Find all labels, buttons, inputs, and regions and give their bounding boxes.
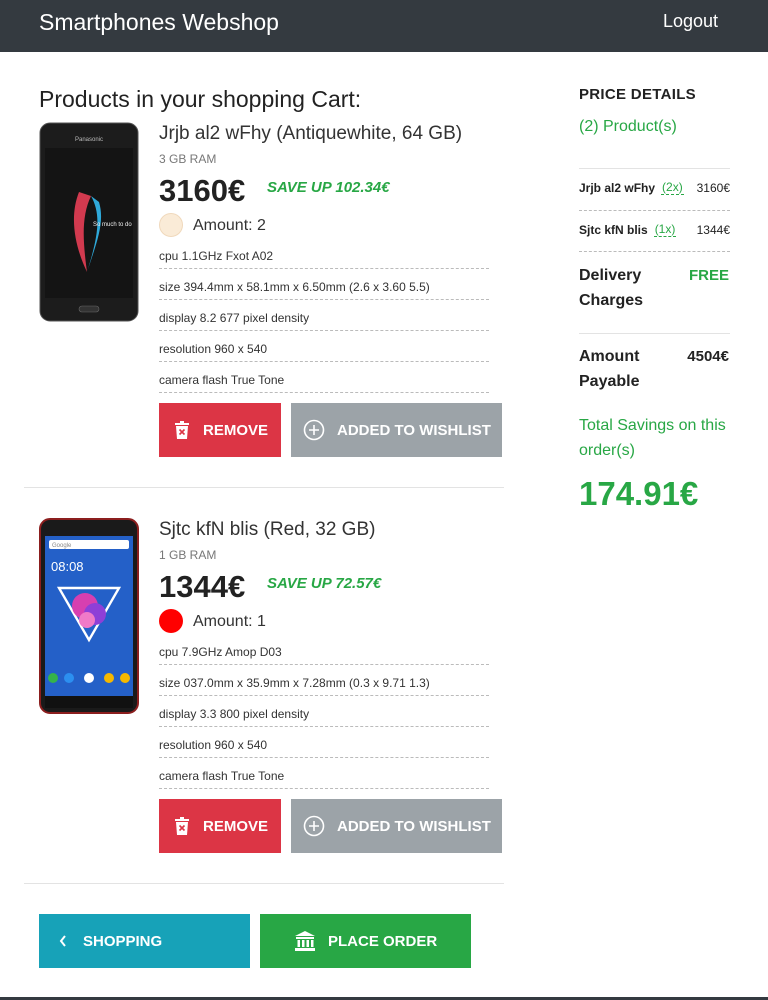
line-item-price: 3160€: [696, 180, 730, 195]
amount-payable-value: 4504€: [687, 348, 729, 365]
delivery-value: FREE: [688, 267, 729, 284]
divider: [579, 251, 730, 252]
remove-label: REMOVE: [203, 421, 269, 439]
remove-button[interactable]: REMOVE: [159, 799, 281, 853]
line-item-price: 1344€: [696, 222, 730, 237]
spec-resolution: resolution 960 x 540: [159, 734, 489, 758]
navbar: Smartphones Webshop Logout: [0, 0, 768, 52]
phone-brand-text: Panasonic: [75, 137, 103, 143]
logout-link[interactable]: Logout: [663, 11, 718, 32]
delivery-label-line: Charges: [579, 292, 644, 309]
total-savings-value: 174.91€: [579, 475, 699, 512]
wishlist-button[interactable]: ADDED TO WISHLIST: [291, 799, 502, 853]
shopping-label: SHOPPING: [83, 932, 163, 950]
price-line-item: Jrjb al2 wFhy (2x) 3160€: [579, 180, 730, 195]
divider: [579, 168, 730, 169]
product-ram: 1 GB RAM: [159, 548, 217, 562]
product-savings: SAVE UP 102.34€: [267, 179, 390, 196]
trash-icon: [175, 421, 189, 439]
place-order-label: PLACE ORDER: [328, 932, 438, 950]
spec-display: display 3.3 800 pixel density: [159, 703, 489, 727]
plus-circle-icon: [303, 815, 325, 837]
spec-resolution: resolution 960 x 540: [159, 338, 489, 362]
amount-label-line: Payable: [579, 373, 640, 390]
phone-search-text: Google: [52, 543, 72, 549]
amount-value: 2: [257, 217, 266, 234]
product-ram: 3 GB RAM: [159, 152, 217, 166]
divider: [579, 333, 730, 334]
spec-camera: camera flash True Tone: [159, 369, 489, 393]
line-item-qty[interactable]: (2x): [661, 180, 684, 195]
spec-size: size 394.4mm x 58.1mm x 6.50mm (2.6 x 3.…: [159, 276, 489, 300]
wishlist-label: ADDED TO WISHLIST: [337, 817, 491, 835]
amount-prefix: Amount:: [193, 217, 258, 234]
product-name[interactable]: Jrjb al2 wFhy (Antiquewhite, 64 GB): [159, 123, 462, 145]
product-name[interactable]: Sjtc kfN blis (Red, 32 GB): [159, 519, 375, 541]
phone-lock-text: So much to do: [93, 222, 132, 228]
cart-title: Products in your shopping Cart:: [39, 86, 362, 112]
spec-cpu: cpu 1.1GHz Fxot A02: [159, 245, 489, 269]
chevron-left-icon: [59, 935, 66, 947]
spec-display: display 8.2 677 pixel density: [159, 307, 489, 331]
bank-icon: [295, 931, 315, 951]
brand-title[interactable]: Smartphones Webshop: [39, 9, 279, 36]
phone-image-red: Google 08:08: [39, 518, 139, 714]
wishlist-button[interactable]: ADDED TO WISHLIST: [291, 403, 502, 457]
remove-label: REMOVE: [203, 817, 269, 835]
item-divider: [24, 487, 504, 488]
product-price: 3160€: [159, 173, 246, 208]
line-item-name: Jrjb al2 wFhy: [579, 180, 656, 195]
amount-payable-label: Amount Payable: [579, 344, 639, 394]
plus-circle-icon: [303, 419, 325, 441]
amount-label-line: Amount: [579, 348, 640, 365]
color-swatch: [159, 213, 183, 237]
product-amount: Amount: 2: [193, 217, 266, 235]
line-item-qty[interactable]: (1x): [653, 222, 677, 237]
delivery-label-line: Delivery: [579, 267, 642, 284]
price-line-item: Sjtc kfN blis (1x) 1344€: [579, 222, 730, 237]
product-amount: Amount: 1: [193, 613, 266, 631]
place-order-button[interactable]: PLACE ORDER: [260, 914, 471, 968]
product-count: (2) Product(s): [579, 118, 677, 135]
total-savings-label: Total Savings on this order(s): [579, 417, 726, 459]
wishlist-label: ADDED TO WISHLIST: [337, 421, 491, 439]
color-swatch: [159, 609, 183, 633]
phone-image-black: Panasonic So much to do: [39, 122, 139, 322]
trash-icon: [175, 817, 189, 835]
delivery-label: Delivery Charges: [579, 263, 643, 313]
spec-camera: camera flash True Tone: [159, 765, 489, 789]
amount-prefix: Amount:: [193, 613, 258, 630]
amount-value: 1: [257, 613, 266, 630]
item-divider: [24, 883, 504, 884]
spec-size: size 037.0mm x 35.9mm x 7.28mm (0.3 x 9.…: [159, 672, 489, 696]
product-savings: SAVE UP 72.57€: [267, 575, 382, 592]
remove-button[interactable]: REMOVE: [159, 403, 281, 457]
divider: [579, 210, 730, 211]
spec-cpu: cpu 7.9GHz Amop D03: [159, 641, 489, 665]
line-item-name: Sjtc kfN blis: [579, 222, 648, 237]
continue-shopping-button[interactable]: SHOPPING: [39, 914, 250, 968]
price-details-title: PRICE DETAILS: [579, 86, 696, 103]
product-price: 1344€: [159, 569, 246, 604]
phone-clock: 08:08: [51, 559, 84, 574]
